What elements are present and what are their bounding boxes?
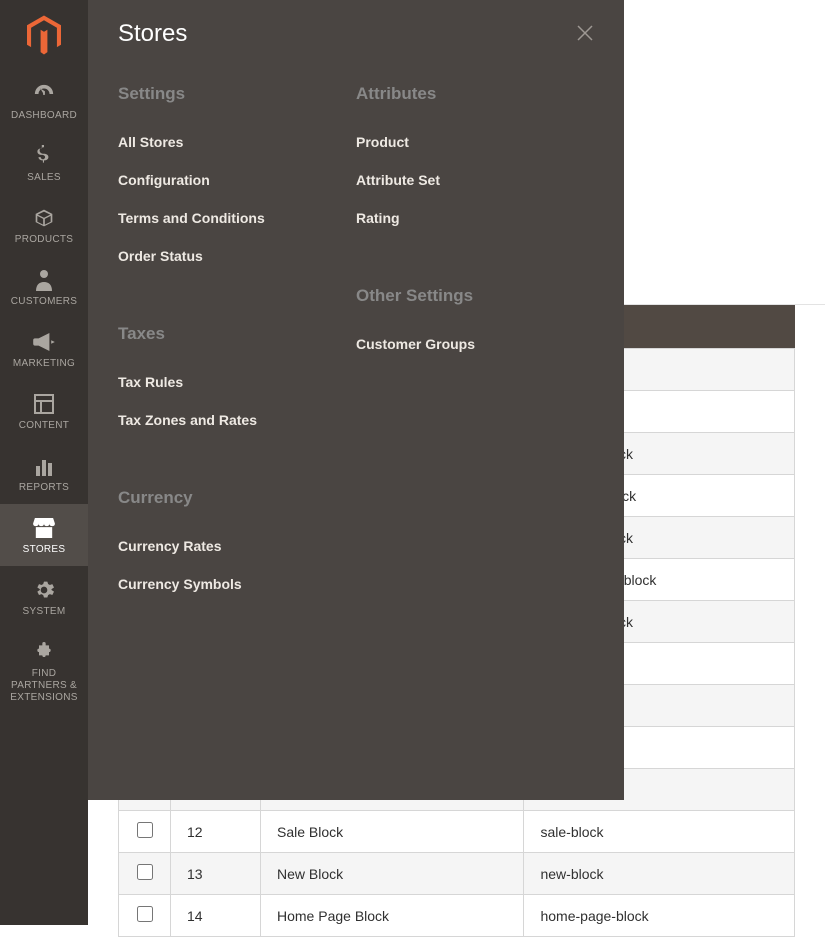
nav-label: STORES (23, 544, 66, 556)
nav-label: CONTENT (19, 420, 69, 432)
nav-marketing[interactable]: MARKETING (0, 318, 88, 380)
nav-sales[interactable]: SALES (0, 132, 88, 194)
nav-label: PRODUCTS (15, 234, 74, 246)
table-row[interactable]: 14 Home Page Block home-page-block (119, 895, 795, 937)
nav-label: SYSTEM (23, 606, 66, 618)
nav-reports[interactable]: REPORTS (0, 442, 88, 504)
row-identifier: home-page-block (524, 895, 795, 937)
admin-sidebar: DASHBOARD SALES PRODUCTS CUSTOMERS MARKE… (0, 0, 88, 925)
link-tax-zones[interactable]: Tax Zones and Rates (118, 412, 336, 428)
link-rating[interactable]: Rating (356, 210, 574, 226)
nav-partners[interactable]: FIND PARTNERS & EXTENSIONS (0, 628, 88, 714)
gear-icon (32, 578, 56, 602)
link-tax-rules[interactable]: Tax Rules (118, 374, 336, 390)
megaphone-icon (32, 330, 56, 354)
nav-stores[interactable]: STORES (0, 504, 88, 566)
table-row[interactable]: 12 Sale Block sale-block (119, 811, 795, 853)
table-row[interactable]: 13 New Block new-block (119, 853, 795, 895)
box-icon (32, 206, 56, 230)
link-customer-groups[interactable]: Customer Groups (356, 336, 574, 352)
link-terms[interactable]: Terms and Conditions (118, 210, 336, 226)
nav-label: MARKETING (13, 358, 75, 370)
row-title: Home Page Block (261, 895, 524, 937)
nav-label: SALES (27, 172, 61, 184)
link-attribute-set[interactable]: Attribute Set (356, 172, 574, 188)
nav-products[interactable]: PRODUCTS (0, 194, 88, 256)
store-icon (32, 516, 56, 540)
row-id: 13 (171, 853, 261, 895)
close-icon[interactable] (576, 24, 594, 45)
row-id: 14 (171, 895, 261, 937)
group-attributes: Attributes (356, 84, 574, 104)
puzzle-icon (32, 640, 56, 664)
row-title: Sale Block (261, 811, 524, 853)
link-currency-rates[interactable]: Currency Rates (118, 538, 336, 554)
link-order-status[interactable]: Order Status (118, 248, 336, 264)
link-configuration[interactable]: Configuration (118, 172, 336, 188)
row-checkbox[interactable] (119, 853, 171, 895)
link-product[interactable]: Product (356, 134, 574, 150)
nav-label: REPORTS (19, 482, 69, 494)
row-identifier: new-block (524, 853, 795, 895)
row-title: New Block (261, 853, 524, 895)
nav-customers[interactable]: CUSTOMERS (0, 256, 88, 318)
group-taxes: Taxes (118, 324, 336, 344)
nav-content[interactable]: CONTENT (0, 380, 88, 442)
group-settings: Settings (118, 84, 336, 104)
group-other: Other Settings (356, 286, 574, 306)
nav-dashboard[interactable]: DASHBOARD (0, 70, 88, 132)
row-checkbox[interactable] (119, 811, 171, 853)
group-currency: Currency (118, 488, 336, 508)
link-currency-symbols[interactable]: Currency Symbols (118, 576, 336, 592)
person-icon (32, 268, 56, 292)
magento-logo[interactable] (0, 0, 88, 70)
stores-flyout: Stores Settings All Stores Configuration… (88, 0, 624, 800)
dashboard-icon (32, 82, 56, 106)
flyout-title: Stores (118, 20, 187, 48)
row-checkbox[interactable] (119, 895, 171, 937)
chart-icon (32, 454, 56, 478)
link-all-stores[interactable]: All Stores (118, 134, 336, 150)
row-id: 12 (171, 811, 261, 853)
dollar-icon (32, 144, 56, 168)
nav-label: DASHBOARD (11, 110, 77, 122)
nav-label: FIND PARTNERS & EXTENSIONS (4, 668, 84, 704)
row-identifier: sale-block (524, 811, 795, 853)
nav-label: CUSTOMERS (11, 296, 77, 308)
layout-icon (32, 392, 56, 416)
nav-system[interactable]: SYSTEM (0, 566, 88, 628)
